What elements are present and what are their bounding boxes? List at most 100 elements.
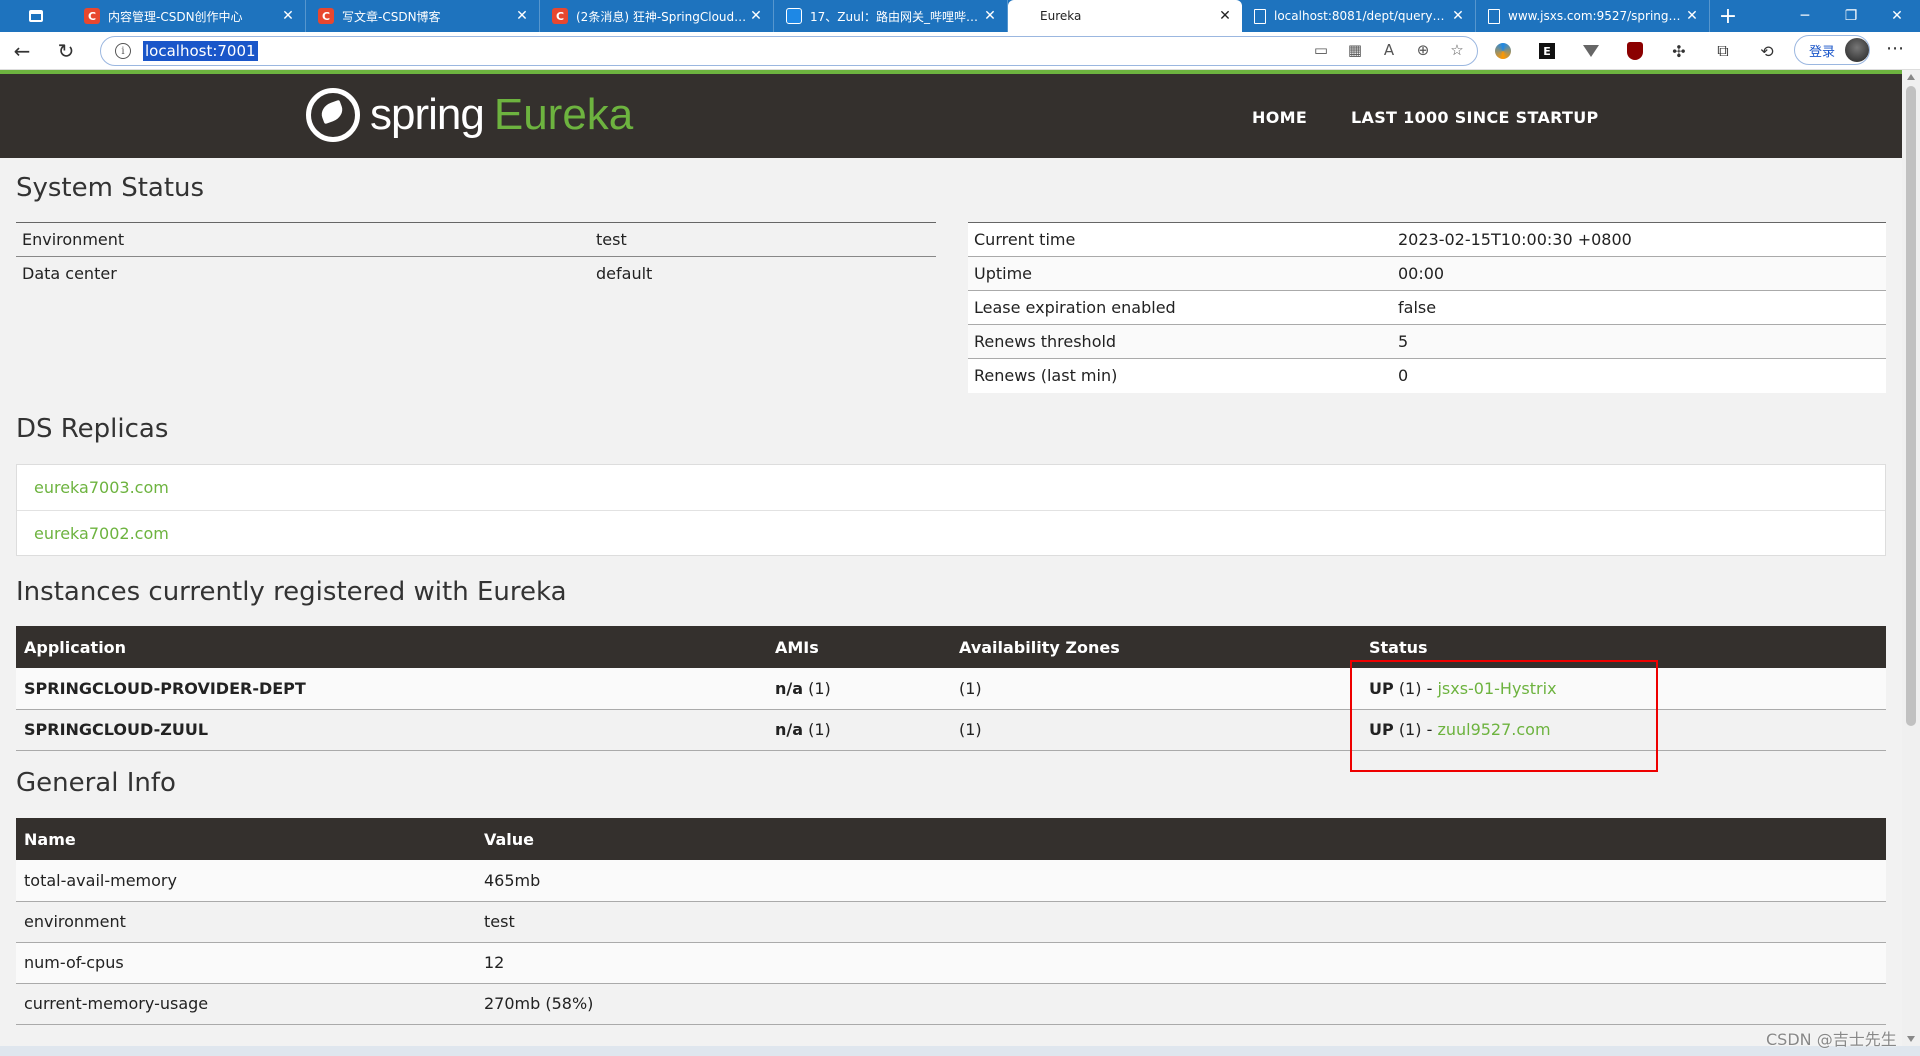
- back-button[interactable]: ←: [0, 32, 44, 70]
- brand-eureka: Eureka: [493, 90, 634, 139]
- read-aloud-icon[interactable]: A: [1379, 41, 1399, 61]
- restore-button[interactable]: ❐: [1828, 0, 1874, 32]
- general-info-table: Name Value total-avail-memory 465mb envi…: [16, 818, 1886, 1025]
- address-bar[interactable]: i localhost:7001 ▭ ▦ A ⊕ ☆: [100, 36, 1478, 66]
- address-toolbar: ← ↻ i localhost:7001 ▭ ▦ A ⊕ ☆ E ✣ ⧉ ⟲ 登…: [0, 32, 1920, 70]
- table-row: Renews (last min) 0: [968, 358, 1886, 393]
- close-window-button[interactable]: ✕: [1874, 0, 1920, 32]
- extensions-puzzle-icon[interactable]: ✣: [1664, 38, 1694, 64]
- tab-query-by-id[interactable]: localhost:8081/dept/queryById ✕: [1242, 0, 1476, 32]
- tab-title: www.jsxs.com:9527/springcloud: [1508, 9, 1683, 23]
- close-tab-icon[interactable]: ✕: [279, 8, 297, 24]
- table-row: environment test: [16, 901, 1886, 943]
- status-value: 0: [1392, 358, 1886, 393]
- refresh-button[interactable]: ↻: [44, 32, 88, 70]
- history-icon[interactable]: ⟲: [1752, 38, 1782, 64]
- scroll-down-icon[interactable]: [1907, 1036, 1915, 1042]
- extension-orb-icon[interactable]: [1488, 38, 1518, 64]
- profile-login-button[interactable]: 登录: [1794, 35, 1870, 65]
- tab-bilibili[interactable]: 17、Zuul：路由网关_哔哩哔哩_bilibili ✕: [774, 0, 1008, 32]
- csdn-icon: C: [552, 8, 568, 24]
- tab-strip: C 内容管理-CSDN创作中心 ✕ C 写文章-CSDN博客 ✕ C (2条消息…: [0, 0, 1920, 32]
- zoom-icon[interactable]: ⊕: [1413, 41, 1433, 61]
- url-text[interactable]: localhost:7001: [143, 41, 258, 61]
- login-label: 登录: [1809, 44, 1836, 60]
- status-name: Uptime: [968, 256, 1392, 291]
- close-tab-icon[interactable]: ✕: [513, 8, 531, 24]
- table-row: Data center default: [16, 257, 936, 291]
- info-value: 12: [476, 942, 1886, 984]
- zones-cell: (1): [951, 668, 1361, 710]
- status-value: 00:00: [1392, 256, 1886, 291]
- tab-eureka[interactable]: Eureka ✕: [1008, 0, 1242, 32]
- app-available-icon[interactable]: ▭: [1311, 41, 1331, 61]
- close-tab-icon[interactable]: ✕: [981, 8, 999, 24]
- amis-count: (1): [808, 720, 831, 739]
- close-tab-icon[interactable]: ✕: [1216, 8, 1234, 24]
- new-tab-button[interactable]: +: [1710, 0, 1746, 32]
- status-name: Lease expiration enabled: [968, 290, 1392, 325]
- amis-label: n/a: [775, 720, 804, 739]
- scroll-up-icon[interactable]: [1907, 74, 1915, 80]
- csdn-icon: C: [318, 8, 334, 24]
- header-nav: HOME LAST 1000 SINCE STARTUP: [1252, 108, 1599, 127]
- page-icon: [1254, 8, 1266, 24]
- site-info-icon[interactable]: i: [115, 43, 131, 59]
- collections-icon[interactable]: ⧉: [1708, 38, 1738, 64]
- tab-jsxs-9527[interactable]: www.jsxs.com:9527/springcloud ✕: [1476, 0, 1710, 32]
- tab-csdn-notes[interactable]: C (2条消息) 狂神-SpringCloud笔记 ✕: [540, 0, 774, 32]
- replica-link[interactable]: eureka7002.com: [34, 524, 169, 543]
- spring-eureka-logo[interactable]: spring Eureka: [306, 88, 633, 142]
- info-name: total-avail-memory: [16, 860, 476, 902]
- application-name: SPRINGCLOUD-PROVIDER-DEPT: [16, 668, 767, 710]
- column-header: Availability Zones: [951, 626, 1361, 668]
- table-row: Renews threshold 5: [968, 324, 1886, 359]
- amis-cell: n/a (1): [767, 709, 951, 751]
- tab-title: (2条消息) 狂神-SpringCloud笔记: [576, 9, 747, 24]
- tab-actions-icon: [29, 10, 43, 22]
- status-name: Renews threshold: [968, 324, 1392, 359]
- minimize-button[interactable]: ─: [1782, 0, 1828, 32]
- tab-csdn-content[interactable]: C 内容管理-CSDN创作中心 ✕: [72, 0, 306, 32]
- system-status-left-table: Environment test Data center default: [16, 222, 936, 291]
- status-value: 5: [1392, 324, 1886, 359]
- application-name: SPRINGCLOUD-ZUUL: [16, 709, 767, 751]
- status-value: 2023-02-15T10:00:30 +0800: [1392, 222, 1886, 257]
- qr-code-icon[interactable]: ▦: [1345, 41, 1365, 61]
- zones-cell: (1): [951, 709, 1361, 751]
- status-name: Current time: [968, 222, 1392, 257]
- extension-e-icon[interactable]: E: [1532, 38, 1562, 64]
- general-info-title: General Info: [16, 768, 176, 798]
- scrollbar-thumb[interactable]: [1906, 86, 1916, 726]
- ublock-icon[interactable]: [1620, 38, 1650, 64]
- bilibili-icon: [786, 8, 802, 24]
- nav-last-1000-link[interactable]: LAST 1000 SINCE STARTUP: [1351, 108, 1599, 127]
- vertical-scrollbar[interactable]: [1902, 70, 1920, 1046]
- column-header: AMIs: [767, 626, 951, 668]
- instances-title: Instances currently registered with Eure…: [16, 577, 567, 607]
- close-tab-icon[interactable]: ✕: [1683, 8, 1701, 24]
- favorite-star-icon[interactable]: ☆: [1447, 41, 1467, 61]
- info-name: current-memory-usage: [16, 983, 476, 1025]
- extension-vue-icon[interactable]: [1576, 38, 1606, 64]
- page-icon: [1020, 8, 1032, 24]
- red-highlight-box: [1350, 660, 1658, 772]
- info-value: test: [476, 901, 1886, 943]
- table-row: current-memory-usage 270mb (58%): [16, 983, 1886, 1025]
- info-name: environment: [16, 901, 476, 943]
- list-item: eureka7002.com: [17, 510, 1885, 555]
- tab-actions-button[interactable]: [0, 0, 72, 32]
- replica-link[interactable]: eureka7003.com: [34, 478, 169, 497]
- nav-home-link[interactable]: HOME: [1252, 108, 1307, 127]
- table-row: Environment test: [16, 222, 936, 257]
- amis-label: n/a: [775, 678, 804, 698]
- tab-csdn-write[interactable]: C 写文章-CSDN博客 ✕: [306, 0, 540, 32]
- brand-spring: spring: [370, 90, 485, 139]
- close-tab-icon[interactable]: ✕: [747, 8, 765, 24]
- system-status-right-table: Current time 2023-02-15T10:00:30 +0800 U…: [968, 222, 1886, 393]
- csdn-icon: C: [84, 8, 100, 24]
- close-tab-icon[interactable]: ✕: [1449, 8, 1467, 24]
- more-menu-icon[interactable]: ⋯: [1880, 38, 1910, 64]
- status-value: test: [590, 222, 936, 257]
- tab-title: Eureka: [1040, 9, 1082, 23]
